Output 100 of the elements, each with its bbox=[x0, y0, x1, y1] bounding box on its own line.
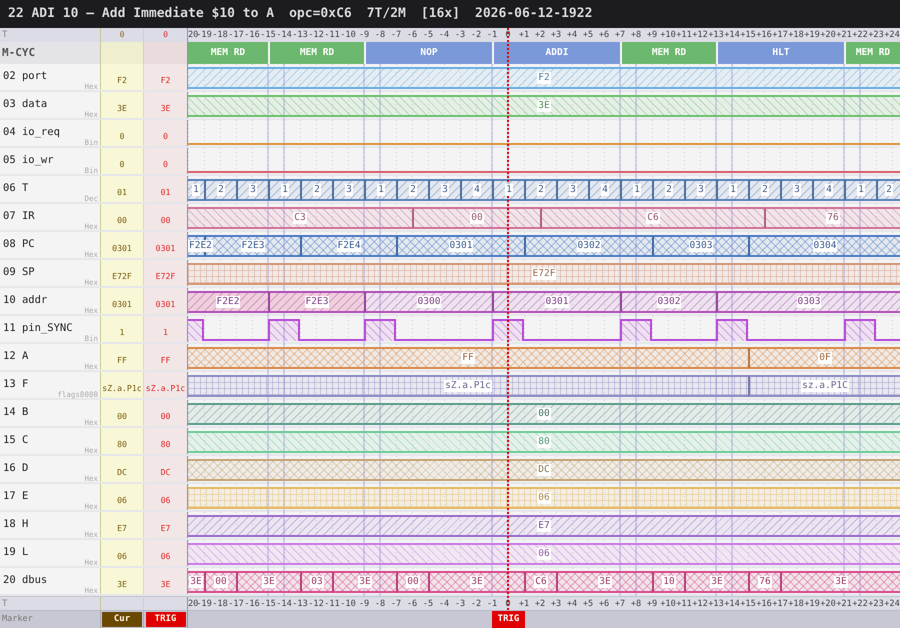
row-label: M-CYC bbox=[1, 45, 36, 61]
time-tick-label: +21 bbox=[836, 29, 852, 42]
bus-value: F2E3 bbox=[240, 240, 266, 252]
timing-text: 7T/2M bbox=[366, 5, 406, 24]
bus-value: 76 bbox=[758, 576, 772, 588]
bus-value: 10 bbox=[662, 576, 676, 588]
bus-value: 0301 bbox=[544, 296, 570, 308]
time-tick-label: -18 bbox=[212, 29, 228, 42]
machine-cycle-block: ADDI bbox=[492, 42, 620, 64]
cursor-value: 3E bbox=[100, 568, 143, 594]
axis-label: T bbox=[1, 29, 8, 42]
bus-value: F2E2 bbox=[188, 240, 213, 252]
bus-value: 3 bbox=[249, 184, 257, 196]
time-tick-label: +19 bbox=[804, 29, 820, 42]
bus-value: 4 bbox=[601, 184, 609, 196]
trigger-marker-tag[interactable]: TRIG bbox=[492, 611, 525, 628]
bus-value: F2E4 bbox=[336, 240, 362, 252]
time-tick-label: -13 bbox=[292, 29, 308, 42]
time-tick-label: +17 bbox=[772, 29, 788, 42]
time-tick-label: +6 bbox=[598, 29, 610, 42]
time-tick-label: -3 bbox=[454, 29, 466, 42]
signal-name: 03 data bbox=[2, 97, 48, 111]
time-tick-label: +23 bbox=[868, 29, 884, 42]
signal-name: 13 F bbox=[2, 377, 28, 391]
trigger-value: 00 bbox=[143, 400, 188, 426]
cursor-value: E7 bbox=[100, 512, 143, 538]
bus-value: 3E bbox=[470, 576, 484, 588]
time-tick-label: +3 bbox=[550, 598, 562, 610]
time-tick-label: +5 bbox=[582, 598, 594, 610]
bus-value: 2 bbox=[409, 184, 417, 196]
time-tick-label: -7 bbox=[390, 598, 402, 610]
bus-value: 0303 bbox=[688, 240, 714, 252]
time-tick-label: -15 bbox=[260, 29, 276, 42]
bus-value: 76 bbox=[826, 212, 840, 224]
bus-value: C6 bbox=[534, 576, 548, 588]
time-tick-label: +7 bbox=[614, 29, 626, 42]
machine-cycle-block: MEM RD bbox=[268, 42, 364, 64]
time-tick-label: -17 bbox=[228, 29, 244, 42]
bus-value: 1 bbox=[505, 184, 513, 196]
bus-value: sZ.a.P1c bbox=[444, 380, 492, 392]
time-tick-label: -11 bbox=[324, 598, 340, 610]
time-tick-label: +22 bbox=[852, 29, 868, 42]
time-tick-label: -2 bbox=[470, 29, 482, 42]
time-tick-label: +6 bbox=[598, 598, 610, 610]
time-tick-label: -6 bbox=[406, 598, 418, 610]
marker-button[interactable]: TRIG bbox=[146, 612, 186, 627]
signal-name: 20 dbus bbox=[2, 573, 48, 587]
bus-value: 2 bbox=[313, 184, 321, 196]
time-tick-label: -19 bbox=[196, 29, 212, 42]
bus-value: F2 bbox=[537, 72, 551, 84]
cursor-value: sZ.a.P1c bbox=[100, 372, 143, 398]
time-tick-label: +9 bbox=[646, 598, 658, 610]
bus-value: F2E3 bbox=[304, 296, 330, 308]
bus-value: 0302 bbox=[656, 296, 682, 308]
trigger-value: DC bbox=[143, 456, 188, 482]
bus-value: F2E2 bbox=[216, 296, 240, 308]
bus-value: E7 bbox=[537, 520, 551, 532]
cursor-value: 0301 bbox=[100, 288, 143, 314]
time-tick-label: +22 bbox=[852, 598, 868, 610]
bus-value: 1 bbox=[633, 184, 641, 196]
trigger-value: F2 bbox=[143, 64, 188, 90]
time-tick-label: -8 bbox=[374, 29, 386, 42]
time-tick-label: -1 bbox=[486, 598, 498, 610]
cursor-value: 3E bbox=[100, 92, 143, 118]
trigger-value: 0 bbox=[143, 148, 188, 174]
bus-value: 1 bbox=[281, 184, 289, 196]
time-tick-label: +19 bbox=[804, 598, 820, 610]
bus-value: 1 bbox=[729, 184, 737, 196]
trigger-value: FF bbox=[143, 344, 188, 370]
bus-value: 3E bbox=[598, 576, 612, 588]
time-tick-label: +16 bbox=[756, 598, 772, 610]
time-tick-label: -10 bbox=[340, 29, 356, 42]
marker-button[interactable]: Cur bbox=[102, 612, 142, 627]
bus-value: 3E bbox=[834, 576, 848, 588]
trigger-value: E72F bbox=[143, 260, 188, 286]
bus-value: 1 bbox=[857, 184, 865, 196]
cursor-value: 1 bbox=[100, 316, 143, 342]
timestamp-text: 2026-06-12-1922 bbox=[475, 5, 592, 24]
trigger-value: 3E bbox=[143, 92, 188, 118]
bus-value: 4 bbox=[825, 184, 833, 196]
time-tick-label: +12 bbox=[692, 598, 708, 610]
time-tick-label: -17 bbox=[228, 598, 244, 610]
cursor-value: F2 bbox=[100, 64, 143, 90]
bus-value: E72F bbox=[532, 268, 556, 280]
bus-value: 0F bbox=[818, 352, 832, 364]
time-tick-label: -19 bbox=[196, 598, 212, 610]
bus-value: 4 bbox=[473, 184, 481, 196]
trigger-value: 06 bbox=[143, 540, 188, 566]
time-tick-label: +7 bbox=[614, 598, 626, 610]
bus-value: 3E bbox=[262, 576, 276, 588]
bus-value: 3E bbox=[189, 576, 203, 588]
time-tick-label: +13 bbox=[708, 29, 724, 42]
trigger-value: 3E bbox=[143, 568, 188, 594]
time-tick-label: +4 bbox=[566, 598, 578, 610]
time-tick-label: +13 bbox=[708, 598, 724, 610]
time-tick-label: +1 bbox=[518, 29, 530, 42]
signal-name: 09 SP bbox=[2, 265, 35, 279]
time-tick-label: -5 bbox=[422, 29, 434, 42]
bus-value: FF bbox=[461, 352, 475, 364]
machine-cycle-block: MEM RD bbox=[620, 42, 716, 64]
